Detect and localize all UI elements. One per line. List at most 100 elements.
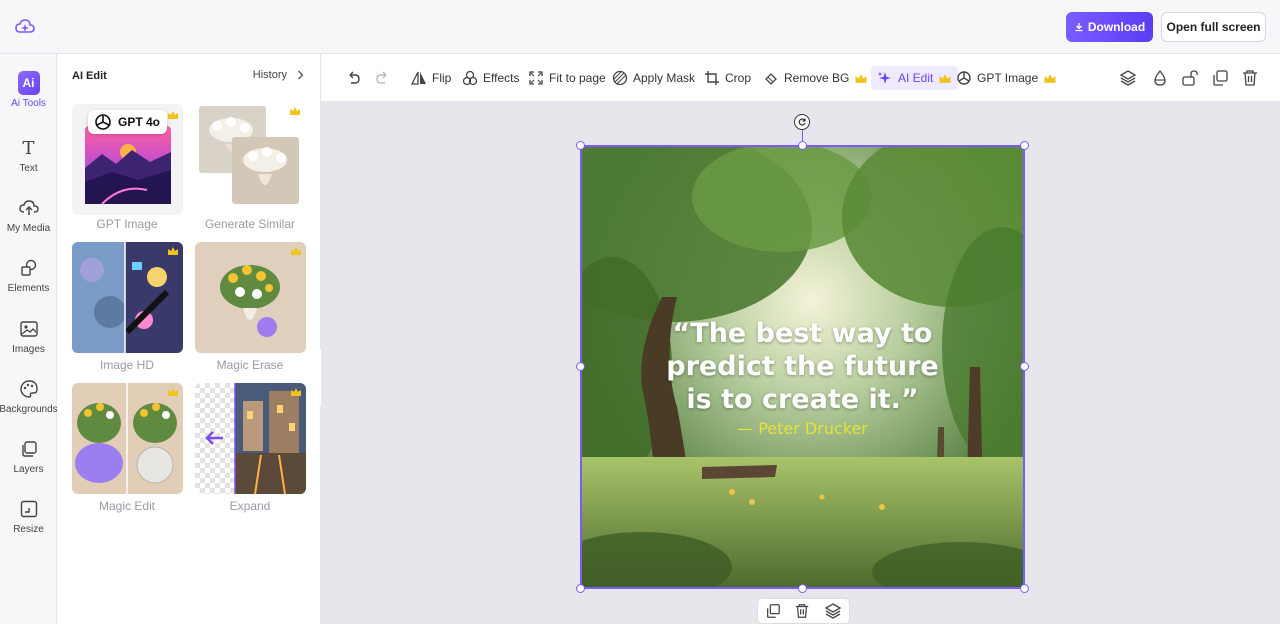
open-fullscreen-button[interactable]: Open full screen — [1161, 12, 1266, 42]
mask-icon — [612, 70, 628, 86]
rail-label: Text — [19, 163, 38, 174]
tile-magic-erase[interactable] — [195, 242, 306, 353]
layers-stack-icon[interactable] — [824, 602, 842, 620]
tile-image-hd[interactable] — [72, 242, 183, 353]
flip-button[interactable]: Flip — [411, 66, 451, 90]
resize-handle-bottom[interactable] — [798, 584, 807, 593]
resize-handle-bottom-right[interactable] — [1020, 584, 1029, 593]
design-canvas[interactable]: “The best way to predict the future is t… — [321, 102, 1280, 624]
crop-button[interactable]: Crop — [704, 66, 751, 90]
rail-item-my-media[interactable]: My Media — [0, 197, 57, 253]
image-hd-thumbnail — [72, 242, 183, 353]
download-button[interactable]: Download — [1066, 12, 1153, 42]
apply-mask-label: Apply Mask — [633, 71, 696, 85]
rotate-icon — [798, 118, 806, 126]
palette-icon — [18, 378, 40, 400]
text-icon: T — [22, 137, 35, 159]
duplicate-icon — [1213, 70, 1228, 86]
effects-label: Effects — [483, 71, 520, 85]
edit-toolbar: Flip Effects Fit to page Apply Mask Crop… — [321, 54, 1280, 102]
history-link[interactable]: History — [253, 69, 304, 81]
ai-edit-label: AI Edit — [898, 71, 934, 85]
crown-icon — [291, 247, 301, 255]
rail-label: Resize — [13, 524, 44, 535]
gpt-4o-badge: GPT 4o — [88, 110, 167, 134]
tile-gpt-image[interactable]: GPT 4o — [72, 104, 183, 215]
tile-label: Image HD — [99, 358, 155, 372]
rail-label: My Media — [6, 223, 51, 234]
quote-line: is to create it.” — [686, 384, 919, 415]
crown-icon — [1044, 73, 1056, 83]
rail-item-elements[interactable]: Elements — [0, 257, 57, 313]
tile-label: Expand — [229, 499, 271, 513]
tile-label: Generate Similar — [204, 217, 296, 231]
crown-icon — [939, 73, 951, 83]
image-icon — [18, 318, 40, 340]
generate-similar-thumbnail — [199, 106, 299, 204]
rail-label: Backgrounds — [0, 404, 58, 415]
ai-edit-button[interactable]: AI Edit — [871, 66, 959, 90]
gpt-image-label: GPT Image — [977, 71, 1039, 85]
tile-generate-similar[interactable] — [195, 104, 306, 215]
rail-item-text[interactable]: T Text — [0, 137, 57, 193]
trash-icon[interactable] — [794, 603, 810, 619]
redo-button[interactable] — [375, 66, 391, 90]
tile-expand[interactable] — [195, 383, 306, 494]
quote-text[interactable]: “The best way to predict the future is t… — [582, 317, 1023, 416]
effects-icon — [462, 70, 478, 86]
ai-badge-icon: Ai — [17, 71, 40, 95]
tile-magic-edit[interactable] — [72, 383, 183, 494]
crown-icon — [168, 111, 178, 119]
tile-label: Magic Erase — [216, 358, 284, 372]
ai-edit-panel: AI Edit History GPT 4o GPT Image Generat… — [57, 54, 321, 624]
unlock-icon — [1182, 70, 1198, 86]
rotate-handle[interactable] — [794, 114, 810, 130]
delete-button[interactable] — [1241, 66, 1259, 90]
lock-button[interactable] — [1181, 66, 1199, 90]
chevron-right-icon — [298, 70, 304, 80]
rotate-connector — [802, 130, 803, 142]
resize-handle-top-right[interactable] — [1020, 141, 1029, 150]
tile-label: Magic Edit — [98, 499, 156, 513]
duplicate-icon[interactable] — [765, 603, 781, 619]
openai-icon — [95, 114, 111, 130]
cloud-sparkle-icon[interactable] — [14, 17, 36, 37]
layers-stack-icon — [1119, 70, 1137, 86]
rail-item-ai-tools[interactable]: Ai Ai Tools — [0, 71, 57, 128]
floating-action-bar — [757, 598, 850, 624]
resize-handle-top-left[interactable] — [576, 141, 585, 150]
effects-button[interactable]: Effects — [462, 66, 519, 90]
download-label: Download — [1087, 20, 1146, 34]
resize-handle-bottom-left[interactable] — [576, 584, 585, 593]
crown-icon — [168, 388, 178, 396]
resize-handle-top[interactable] — [798, 141, 807, 150]
magic-edit-thumbnail — [75, 383, 177, 494]
remove-bg-button[interactable]: Remove BG — [763, 66, 868, 90]
selected-image[interactable]: “The best way to predict the future is t… — [580, 145, 1025, 589]
expand-thumbnail — [195, 383, 306, 494]
layers-icon — [18, 438, 40, 460]
duplicate-button[interactable] — [1211, 66, 1229, 90]
gpt-badge-label: GPT 4o — [118, 115, 161, 129]
flip-icon — [411, 71, 426, 85]
undo-button[interactable] — [345, 66, 361, 90]
opacity-button[interactable] — [1151, 66, 1169, 90]
apply-mask-button[interactable]: Apply Mask — [612, 66, 695, 90]
fit-to-page-button[interactable]: Fit to page — [528, 66, 606, 90]
resize-handle-left[interactable] — [576, 362, 585, 371]
rail-item-backgrounds[interactable]: Backgrounds — [0, 378, 58, 434]
redo-icon — [376, 71, 387, 84]
quote-line: predict the future — [666, 351, 939, 382]
rail-item-resize[interactable]: Resize — [0, 498, 57, 554]
gpt-image-button[interactable]: GPT Image — [956, 66, 1057, 90]
left-rail: Ai Ai Tools T Text My Media Elements Ima… — [0, 54, 58, 624]
quote-author[interactable]: — Peter Drucker — [582, 419, 1023, 438]
rail-item-layers[interactable]: Layers — [0, 438, 57, 494]
resize-handle-right[interactable] — [1020, 362, 1029, 371]
rail-label: Elements — [7, 283, 50, 294]
rail-label: Images — [12, 344, 45, 355]
layer-order-button[interactable] — [1119, 66, 1137, 90]
rail-item-images[interactable]: Images — [0, 318, 57, 374]
rail-label: Layers — [13, 464, 44, 475]
top-bar: Download Open full screen — [0, 0, 1280, 54]
